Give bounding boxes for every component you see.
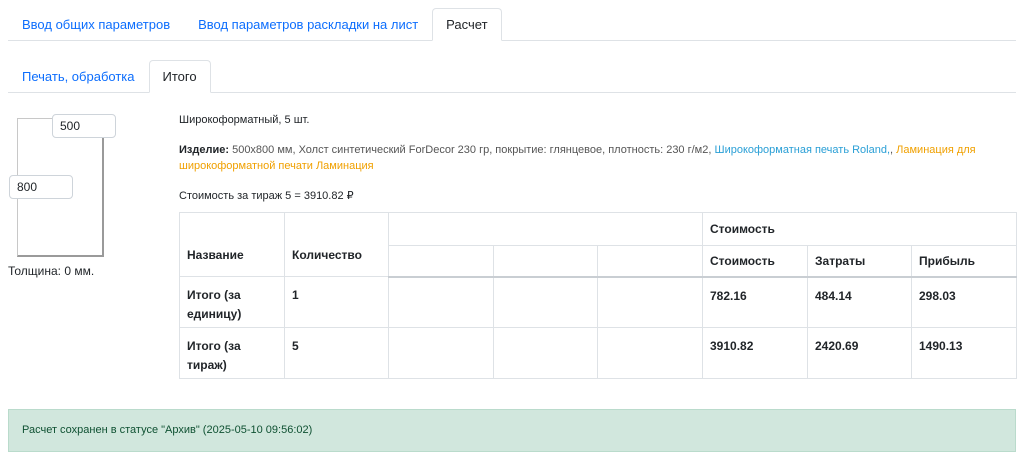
cell-empty [597,276,703,328]
cell-expenses: 2420.69 [807,327,912,379]
product-separator: , [890,144,894,156]
cell-empty [388,276,494,328]
sub-tabs: Печать, обработка Итого [8,59,1016,93]
cell-name: Итого (за тираж) [179,327,285,379]
width-field[interactable]: 500 [52,114,116,138]
order-title: Широкоформатный, 5 шт. [179,114,310,126]
totals-table: Название Количество Стоимость Стоимость … [179,212,1017,379]
col-header-profit: Прибыль [911,245,1017,278]
thickness-label: Толщина: 0 мм. [8,264,95,278]
cell-cost: 3910.82 [702,327,808,379]
cell-empty [388,327,494,379]
product-material: , Холст синтетический ForDecor 230 гр, п… [292,144,712,156]
col-header-empty-3 [597,245,703,278]
cell-quantity: 1 [284,276,389,328]
calculation-page: Ввод общих параметров Ввод параметров ра… [0,0,1024,458]
col-header-expenses: Затраты [807,245,912,278]
table-row: Итого (за тираж) 5 3910.82 2420.69 1490.… [179,327,1017,379]
tab-print-processing[interactable]: Печать, обработка [8,60,149,93]
col-header-name: Название [179,212,285,277]
product-size: 500x800 мм [232,144,293,156]
cell-empty [493,327,598,379]
product-label: Изделие: [179,144,230,156]
run-cost: Стоимость за тираж 5 = 3910.82 ₽ [179,190,354,202]
table-row: Итого (за единицу) 1 782.16 484.14 298.0… [179,276,1017,328]
cell-expenses: 484.14 [807,276,912,328]
tab-calculation[interactable]: Расчет [432,8,502,41]
col-header-cost-group: Стоимость [702,212,1017,246]
save-status-alert: Расчет сохранен в статусе "Архив" (2025-… [8,409,1016,452]
dimension-diagram: 500 800 Толщина: 0 мм. [8,110,168,285]
product-description: Изделие: 500x800 мм, Холст синтетический… [179,142,999,174]
cell-empty [493,276,598,328]
height-field[interactable]: 800 [9,175,73,199]
col-header-quantity: Количество [284,212,389,277]
col-header-cost: Стоимость [702,245,808,278]
tab-general-params[interactable]: Ввод общих параметров [8,8,184,41]
col-header-empty-2 [493,245,598,278]
cell-cost: 782.16 [702,276,808,328]
save-status-text: Расчет сохранен в статусе "Архив" (2025-… [22,424,313,436]
cell-profit: 1490.13 [911,327,1017,379]
tab-layout-params[interactable]: Ввод параметров раскладки на лист [184,8,432,41]
order-info: Широкоформатный, 5 шт. Изделие: 500x800 … [179,112,999,204]
cell-profit: 298.03 [911,276,1017,328]
cell-empty [597,327,703,379]
print-link[interactable]: Широкоформатная печать Roland, [714,144,890,156]
tab-total[interactable]: Итого [148,60,211,93]
col-header-empty-1 [388,245,494,278]
col-header-empty-group [388,212,703,246]
cell-name: Итого (за единицу) [179,276,285,328]
main-tabs: Ввод общих параметров Ввод параметров ра… [8,7,1016,41]
cell-quantity: 5 [284,327,389,379]
